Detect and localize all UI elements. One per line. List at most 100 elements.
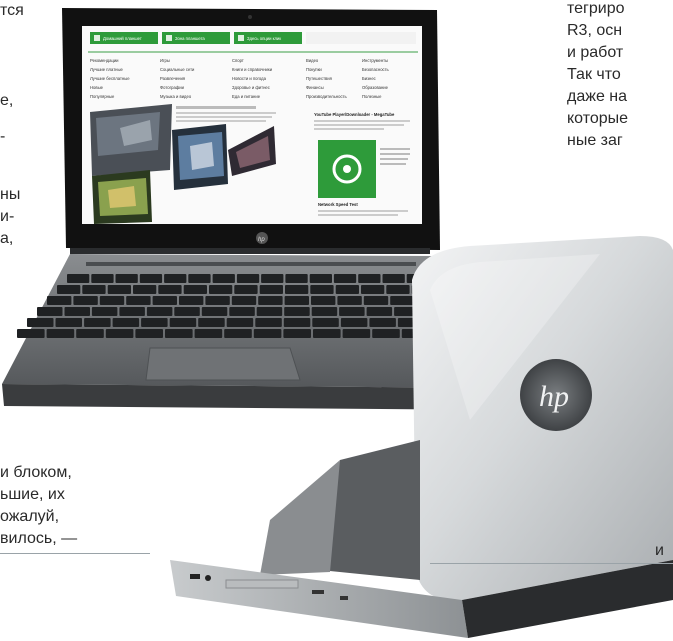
- screen-category-item: Книги и справочники: [232, 67, 273, 72]
- keyboard-key: [64, 307, 90, 316]
- screen-category-item: Безопасность: [362, 67, 390, 72]
- keyboard-key: [372, 329, 400, 338]
- keyboard-key: [390, 296, 415, 305]
- right-text-line-5: даже на: [567, 88, 628, 105]
- keyboard-key: [46, 329, 75, 338]
- keyboard-key: [253, 329, 282, 338]
- keyboard-key: [115, 274, 138, 283]
- keyboard-key: [55, 318, 82, 327]
- front-laptop-screen: Домашний планшет Зона планшета Здесь опц…: [82, 26, 422, 224]
- screen-category-item: Бизнес: [362, 76, 376, 81]
- keyboard-key: [339, 307, 365, 316]
- keyboard-key: [205, 296, 230, 305]
- keyboard-key: [382, 274, 405, 283]
- right-text-line-4: Так что: [567, 66, 621, 83]
- right-text-line-1: тегриро: [567, 0, 625, 17]
- keyboard-key: [139, 274, 163, 283]
- front-laptop-touchpad: [145, 347, 301, 381]
- right-divider-rule: [430, 563, 673, 564]
- keyboard-key: [340, 318, 368, 327]
- keyboard-key: [152, 296, 177, 305]
- keyboard-key: [126, 296, 151, 305]
- svg-text:hp: hp: [258, 237, 265, 243]
- screen-category-item: Образование: [362, 85, 389, 90]
- keyboard-key: [231, 296, 257, 305]
- keyboard-key: [311, 296, 336, 305]
- keyboard-key: [201, 307, 228, 316]
- keyboard-key: [283, 329, 311, 338]
- keyboard-key: [285, 274, 308, 283]
- svg-text:Зона планшета: Зона планшета: [175, 36, 205, 41]
- left-text-line-4: ны: [0, 186, 21, 203]
- keyboard-key: [258, 296, 283, 305]
- keyboard-key: [17, 329, 45, 338]
- keyboard-key: [358, 274, 381, 283]
- keyboard-key: [76, 329, 104, 338]
- keyboard-key: [183, 285, 207, 294]
- keyboard-key: [164, 274, 187, 283]
- right-text-line-2: R3, осн: [567, 22, 623, 39]
- left-bottom-line-2: ьшие, их: [0, 486, 65, 503]
- keyboard-key: [165, 329, 193, 338]
- keyboard-key: [209, 285, 233, 294]
- screen-category-item: Спорт: [232, 58, 244, 63]
- keyboard-key: [198, 318, 225, 327]
- keyboard-key: [57, 285, 81, 294]
- keyboard-key: [256, 307, 283, 316]
- left-bottom-line-3: ожалуй,: [0, 508, 60, 525]
- keyboard-key: [135, 329, 163, 338]
- keyboard-key: [234, 285, 258, 294]
- svg-text:Здесь опции клик: Здесь опции клик: [247, 36, 281, 41]
- keyboard-key: [361, 285, 385, 294]
- keyboard-key: [283, 318, 311, 327]
- screen-category-item: Покупки: [306, 67, 322, 72]
- right-text-line-3: и работ: [567, 44, 624, 61]
- left-text-line-2: е,: [0, 92, 14, 109]
- screen-category-item: Музыка и видео: [160, 94, 192, 99]
- left-text-line-5: и-: [0, 208, 15, 225]
- screen-category-item: Игры: [160, 58, 170, 63]
- left-text-line-1: тся: [0, 2, 24, 19]
- right-bottom-char: и: [655, 542, 664, 559]
- keyboard-key: [386, 285, 410, 294]
- left-bottom-line-1: и блоком,: [0, 464, 72, 481]
- keyboard-key: [47, 296, 72, 305]
- keyboard-key: [91, 274, 114, 283]
- keyboard-key: [99, 296, 125, 305]
- screen-category-item: Социальные сети: [160, 67, 195, 72]
- keyboard-key: [133, 285, 157, 294]
- screen-category-item: Полезные: [362, 94, 382, 99]
- keyboard-key: [179, 296, 204, 305]
- left-bottom-line-4: вилось, —: [0, 530, 78, 547]
- keyboard-key: [91, 307, 118, 316]
- right-text-line-6: которые: [567, 110, 629, 127]
- left-text-line-6: а,: [0, 230, 14, 247]
- keyboard-key: [284, 296, 309, 305]
- keyboard-key: [342, 329, 371, 338]
- keyboard-key: [27, 318, 54, 327]
- screen-category-item: Видео: [306, 58, 319, 63]
- keyboard-key: [284, 307, 310, 316]
- keyboard-key: [82, 285, 106, 294]
- keyboard-key: [84, 318, 111, 327]
- screen-category-item: Популярные: [90, 94, 115, 99]
- screen-category-item: Производительность: [306, 94, 347, 99]
- keyboard-key: [146, 307, 173, 316]
- keyboard-key: [105, 329, 134, 338]
- svg-text:Домашний планшет: Домашний планшет: [103, 36, 142, 41]
- keyboard-key: [366, 307, 393, 316]
- keyboard-key: [229, 307, 255, 316]
- screen-category-item: Новости и погода: [232, 76, 267, 81]
- keyboard-key: [224, 329, 252, 338]
- right-text-line-7: ные заг: [567, 132, 623, 149]
- screen-category-item: Путешествия: [306, 76, 332, 81]
- left-text-line-3: -: [0, 128, 6, 145]
- keyboard-key: [141, 318, 168, 327]
- keyboard-key: [194, 329, 223, 338]
- keyboard-key: [169, 318, 197, 327]
- keyboard-key: [310, 285, 334, 294]
- keyboard-key: [67, 274, 90, 283]
- keyboard-key: [37, 307, 63, 316]
- keyboard-key: [119, 307, 145, 316]
- screen-category-item: Фотографии: [160, 85, 185, 90]
